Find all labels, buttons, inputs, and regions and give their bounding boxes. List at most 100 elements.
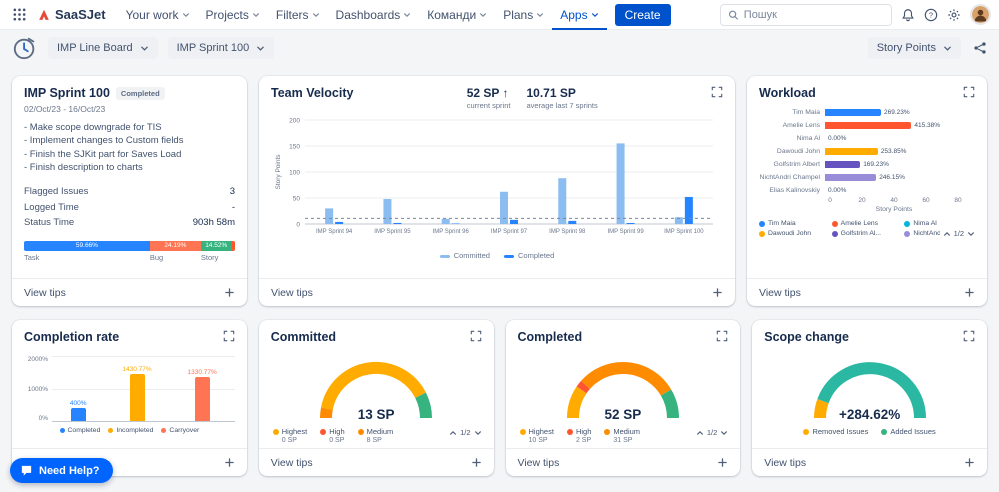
add-icon[interactable]	[964, 457, 975, 468]
legend-item: High 2 SP	[566, 427, 591, 444]
scope-gauge: +284.62%	[795, 352, 945, 422]
app-switcher-icon[interactable]	[8, 7, 31, 22]
nav-item-filters[interactable]: Filters	[268, 0, 328, 30]
expand-icon[interactable]	[963, 86, 975, 98]
expand-icon[interactable]	[963, 330, 975, 342]
legend-pagination: 1/2	[939, 229, 975, 238]
share-icon[interactable]	[973, 41, 987, 55]
workload-axis-label: Story Points	[875, 206, 913, 213]
nav-menu: Your work Projects Filters Dashboards Команд…	[118, 0, 607, 30]
sprint-select-value: IMP Sprint 100	[176, 42, 250, 54]
legend-item: Dawoudi John	[759, 230, 830, 237]
view-tips-link[interactable]: View tips	[271, 457, 313, 469]
svg-text:IMP Sprint 100: IMP Sprint 100	[664, 229, 704, 235]
svg-text:IMP Sprint 99: IMP Sprint 99	[607, 229, 644, 235]
nav-item-dashboards[interactable]: Dashboards	[328, 0, 420, 30]
chevron-up-icon[interactable]	[943, 230, 951, 238]
completed-legend: Highest 10 SP High 2 SP Medium 31 SP 1/2	[518, 427, 729, 444]
card-title: Completed	[517, 330, 583, 344]
issue-type-labels: Task Bug Story	[24, 253, 235, 262]
bar-value-label: 1330.77%	[187, 369, 217, 377]
svg-text:100: 100	[289, 170, 300, 177]
profile-avatar[interactable]	[970, 4, 991, 25]
sprint-select[interactable]: IMP Sprint 100	[167, 37, 275, 59]
need-help-button[interactable]: Need Help?	[10, 458, 113, 483]
chevron-down-icon[interactable]	[720, 429, 728, 437]
workload-row: Amelie Lens 415.38%	[759, 119, 975, 132]
view-tips-link[interactable]: View tips	[24, 287, 66, 299]
legend-item-committed: Committed	[439, 251, 490, 260]
view-tips-link[interactable]: View tips	[759, 287, 801, 299]
workload-row: Elias Kalinovskiy 0.00%	[759, 184, 975, 197]
expand-icon[interactable]	[711, 86, 723, 98]
help-icon[interactable]: ?	[924, 8, 938, 22]
svg-text:Story Points: Story Points	[275, 154, 282, 190]
toolbar-right: Story Points	[867, 37, 987, 59]
create-button[interactable]: Create	[614, 3, 671, 26]
workload-bar	[825, 173, 877, 182]
nav-item-plans[interactable]: Plans	[495, 0, 552, 30]
legend-pagination: 1/2	[692, 428, 729, 437]
velocity-bar-completed	[451, 223, 460, 224]
sprint-report-dashboard: { "navbar": { "logo_text": "SaaSJet", "m…	[0, 0, 999, 492]
pagination-label: 1/2	[706, 428, 718, 437]
svg-text:150: 150	[289, 144, 300, 151]
chevron-down-icon	[182, 11, 190, 19]
notifications-icon[interactable]	[901, 8, 915, 22]
stat-label: Status Time	[24, 217, 75, 229]
velocity-bar-completed	[568, 220, 577, 224]
view-tips-link[interactable]: View tips	[518, 457, 560, 469]
saasjet-logo-icon	[39, 9, 49, 20]
view-tips-link[interactable]: View tips	[764, 457, 806, 469]
completed-card: Completed 52 SP Highest 10 SP High 2 SP Medi…	[505, 320, 741, 476]
nav-item-teams[interactable]: Команди	[419, 0, 495, 30]
search-box[interactable]	[720, 3, 892, 26]
view-tips-link[interactable]: View tips	[271, 287, 313, 299]
workload-axis: 0 20 40 60 80	[828, 197, 961, 206]
add-icon[interactable]	[224, 287, 235, 298]
add-icon[interactable]	[964, 287, 975, 298]
velocity-bar-completed	[626, 222, 635, 224]
settings-icon[interactable]	[947, 8, 961, 22]
chevron-down-icon[interactable]	[967, 230, 975, 238]
bar-value-label: 1430.77%	[122, 365, 152, 373]
expand-icon[interactable]	[223, 330, 235, 342]
add-icon[interactable]	[712, 287, 723, 298]
team-velocity-card: Team Velocity 52 SP ↑ current sprint 10.…	[259, 76, 735, 306]
velocity-bar-committed	[616, 143, 625, 224]
add-icon[interactable]	[471, 457, 482, 468]
workload-name: Golfstrim Albert	[773, 161, 820, 168]
type-bar-segment: 24.19%	[149, 240, 201, 251]
workload-row: Dawoudi John 253.85%	[759, 145, 975, 158]
metric-select[interactable]: Story Points	[867, 37, 961, 59]
chevron-up-icon[interactable]	[696, 429, 704, 437]
completion-bar	[194, 377, 210, 421]
saasjet-logo[interactable]: SaaSJet	[37, 7, 106, 22]
sprint-stat-row: Status Time 903h 58m	[24, 215, 235, 231]
sprint-stat-row: Flagged Issues 3	[24, 184, 235, 200]
sprint-goal: - Implement changes to Custom fields	[24, 135, 184, 147]
search-input[interactable]	[743, 8, 884, 21]
search-icon	[728, 10, 739, 20]
legend-item: High 0 SP	[320, 427, 345, 444]
board-select[interactable]: IMP Line Board	[48, 37, 158, 59]
expand-icon[interactable]	[470, 330, 482, 342]
chevron-down-icon[interactable]	[474, 429, 482, 437]
nav-item-projects[interactable]: Projects	[198, 0, 268, 30]
nav-item-apps[interactable]: Apps	[552, 0, 606, 30]
velocity-bar-committed	[500, 191, 508, 224]
legend-item: Tim Maia	[759, 220, 830, 227]
workload-value: 0.00%	[828, 134, 847, 142]
legend-item: Nima Al	[904, 220, 975, 227]
stat-value: 903h 58m	[192, 217, 235, 229]
svg-text:0: 0	[296, 222, 300, 229]
completion-rate-card: Completion rate 2000% 1000% 0% 400% 1430.77…	[12, 320, 247, 476]
add-icon[interactable]	[224, 457, 235, 468]
add-icon[interactable]	[717, 457, 728, 468]
nav-item-your-work[interactable]: Your work	[118, 0, 198, 30]
legend-item: Amelie Lens	[831, 220, 903, 227]
expand-icon[interactable]	[716, 330, 728, 342]
chevron-up-icon[interactable]	[449, 429, 457, 437]
completion-plot: 400% 1430.77% 1330.77%	[52, 356, 235, 422]
workload-value: 169.23%	[863, 160, 889, 168]
